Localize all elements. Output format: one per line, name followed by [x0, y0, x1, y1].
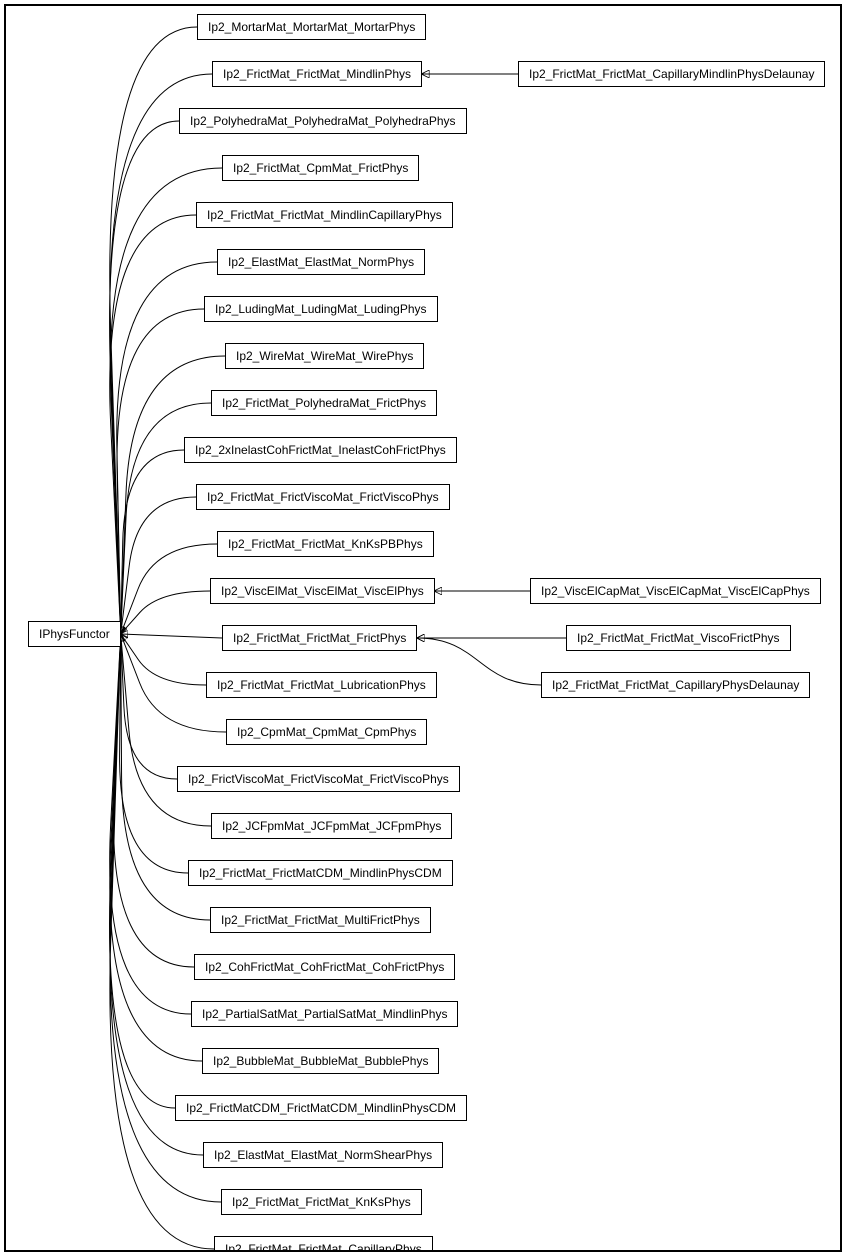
node-n15[interactable]: Ip2_CpmMat_CpmMat_CpmPhys — [226, 719, 427, 745]
node-n12[interactable]: Ip2_ViscElMat_ViscElMat_ViscElPhys — [210, 578, 435, 604]
edge — [110, 634, 202, 1061]
node-n21[interactable]: Ip2_PartialSatMat_PartialSatMat_MindlinP… — [191, 1001, 458, 1027]
edge — [121, 591, 210, 634]
node-n9[interactable]: Ip2_2xInelastCohFrictMat_InelastCohFrict… — [184, 437, 457, 463]
node-n2[interactable]: Ip2_PolyhedraMat_PolyhedraMat_PolyhedraP… — [179, 108, 467, 134]
node-n19[interactable]: Ip2_FrictMat_FrictMat_MultiFrictPhys — [210, 907, 431, 933]
node-n16[interactable]: Ip2_FrictViscoMat_FrictViscoMat_FrictVis… — [177, 766, 460, 792]
node-n4[interactable]: Ip2_FrictMat_FrictMat_MindlinCapillaryPh… — [196, 202, 453, 228]
edge — [110, 74, 212, 634]
edge — [110, 634, 191, 1014]
node-n6[interactable]: Ip2_LudingMat_LudingMat_LudingPhys — [204, 296, 438, 322]
node-root[interactable]: IPhysFunctor — [28, 621, 121, 647]
node-n26[interactable]: Ip2_FrictMat_FrictMat_CapillaryPhys — [214, 1236, 433, 1252]
node-n18[interactable]: Ip2_FrictMat_FrictMatCDM_MindlinPhysCDM — [188, 860, 453, 886]
node-r4[interactable]: Ip2_FrictMat_FrictMat_CapillaryPhysDelau… — [541, 672, 810, 698]
edge — [110, 168, 222, 634]
node-n7[interactable]: Ip2_WireMat_WireMat_WirePhys — [225, 343, 424, 369]
edge — [110, 215, 196, 634]
node-r3[interactable]: Ip2_FrictMat_FrictMat_ViscoFrictPhys — [566, 625, 791, 651]
edge — [110, 121, 179, 634]
node-n24[interactable]: Ip2_ElastMat_ElastMat_NormShearPhys — [203, 1142, 443, 1168]
node-n3[interactable]: Ip2_FrictMat_CpmMat_FrictPhys — [222, 155, 419, 181]
node-n5[interactable]: Ip2_ElastMat_ElastMat_NormPhys — [217, 249, 425, 275]
node-n10[interactable]: Ip2_FrictMat_FrictViscoMat_FrictViscoPhy… — [196, 484, 450, 510]
node-n11[interactable]: Ip2_FrictMat_FrictMat_KnKsPBPhys — [217, 531, 434, 557]
edge — [114, 634, 194, 967]
node-n17[interactable]: Ip2_JCFpmMat_JCFpmMat_JCFpmPhys — [211, 813, 452, 839]
node-n25[interactable]: Ip2_FrictMat_FrictMat_KnKsPhys — [221, 1189, 422, 1215]
edge — [121, 497, 196, 634]
node-r1[interactable]: Ip2_FrictMat_FrictMat_CapillaryMindlinPh… — [518, 61, 825, 87]
edge — [121, 634, 211, 826]
node-n13[interactable]: Ip2_FrictMat_FrictMat_FrictPhys — [222, 625, 417, 651]
edge — [121, 634, 177, 779]
edge — [121, 634, 206, 685]
node-n8[interactable]: Ip2_FrictMat_PolyhedraMat_FrictPhys — [211, 390, 437, 416]
node-n22[interactable]: Ip2_BubbleMat_BubbleMat_BubblePhys — [202, 1048, 439, 1074]
node-n14[interactable]: Ip2_FrictMat_FrictMat_LubricationPhys — [206, 672, 437, 698]
edge — [117, 309, 204, 634]
node-r2[interactable]: Ip2_ViscElCapMat_ViscElCapMat_ViscElCapP… — [530, 578, 821, 604]
edge — [121, 634, 222, 638]
edge — [121, 450, 184, 634]
node-n0[interactable]: Ip2_MortarMat_MortarMat_MortarPhys — [197, 14, 426, 40]
node-n1[interactable]: Ip2_FrictMat_FrictMat_MindlinPhys — [212, 61, 422, 87]
edge — [121, 544, 217, 634]
edge — [110, 634, 203, 1155]
node-n20[interactable]: Ip2_CohFrictMat_CohFrictMat_CohFrictPhys — [194, 954, 455, 980]
edge — [120, 634, 188, 873]
diagram-frame: IPhysFunctor Ip2_MortarMat_MortarMat_Mort… — [4, 4, 842, 1252]
edge — [110, 634, 214, 1249]
edge — [110, 634, 175, 1108]
node-n23[interactable]: Ip2_FrictMatCDM_FrictMatCDM_MindlinPhysC… — [175, 1095, 467, 1121]
